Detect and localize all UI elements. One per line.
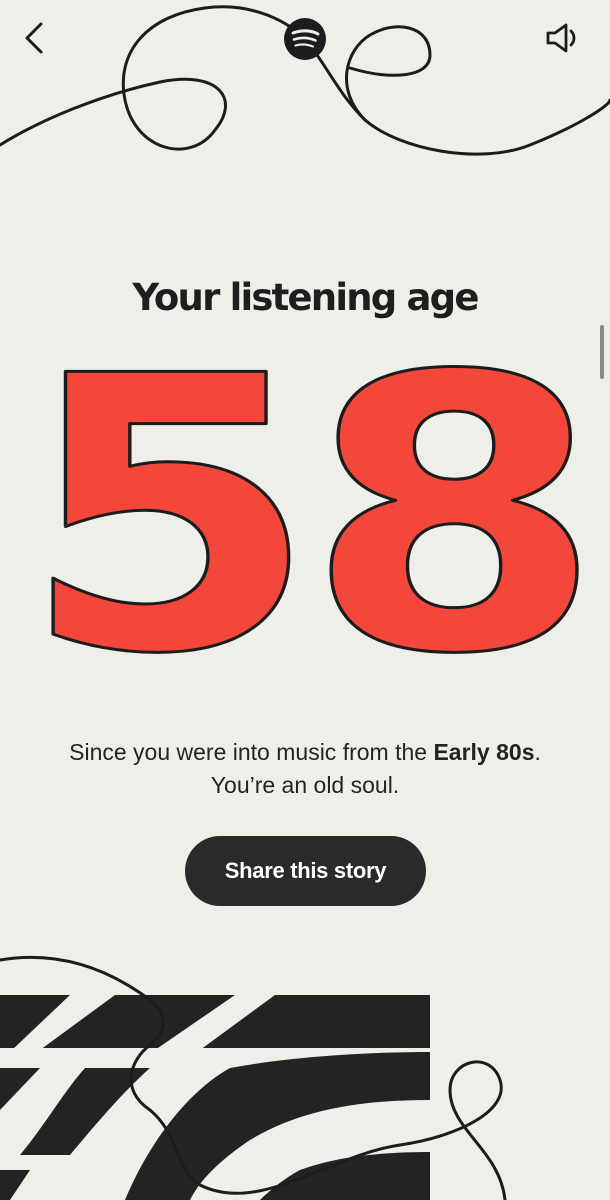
description-prefix: Since you were into music from the: [69, 739, 434, 765]
description-suffix: .: [534, 739, 541, 765]
description-line-2: You’re an old soul.: [210, 772, 400, 798]
spotify-logo-icon: [284, 18, 326, 60]
description-line-1: Since you were into music from the Early…: [0, 736, 610, 769]
story-title: Your listening age: [132, 276, 479, 319]
era-highlight: Early 80s: [433, 739, 535, 765]
speaker-icon: [546, 23, 576, 53]
chevron-left-icon: [25, 22, 43, 54]
listening-age-value: 58: [19, 360, 604, 680]
bottom-pattern-decoration: [0, 955, 507, 1200]
story-screen: Your listening age 58 Since you were int…: [0, 0, 610, 1200]
share-story-button[interactable]: Share this story: [185, 836, 426, 906]
story-description: Since you were into music from the Early…: [0, 736, 610, 802]
sound-toggle-button[interactable]: [540, 18, 586, 58]
listening-age-number: 58: [20, 360, 590, 680]
back-button[interactable]: [16, 18, 52, 58]
